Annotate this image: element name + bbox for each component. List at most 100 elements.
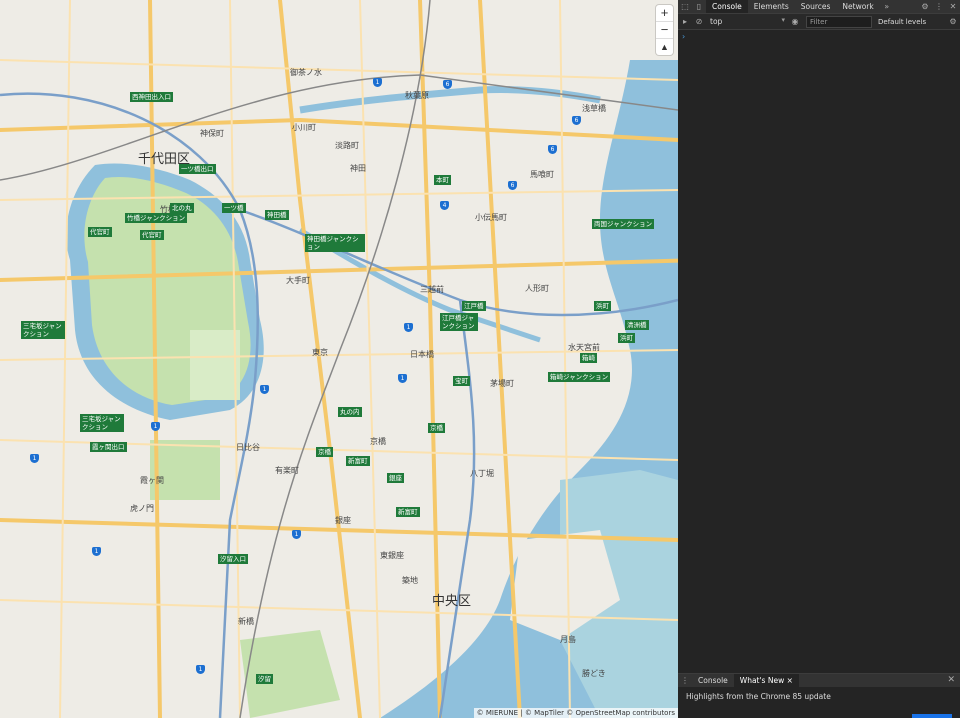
route-shield-icon: 1: [92, 547, 101, 556]
devtools-drawer: ⋮ Console What's New × ✕ Highlights from…: [678, 673, 960, 718]
place-ogawamachi: 小川町: [292, 123, 316, 132]
place-higashiginza: 東銀座: [380, 551, 404, 560]
zoom-in-button[interactable]: +: [656, 5, 673, 22]
junction-label: 本町: [434, 175, 451, 185]
junction-label: 代官町: [88, 227, 112, 237]
junction-label: 清洲橋: [625, 320, 649, 330]
junction-label: 霞ヶ関出口: [90, 442, 127, 452]
console-filter-input[interactable]: Filter: [806, 15, 872, 28]
place-kayabacho: 茅場町: [490, 379, 514, 388]
route-shield-icon: 6: [443, 80, 452, 89]
drawer-tab-bar: ⋮ Console What's New ×: [678, 674, 960, 687]
learn-more-button[interactable]: [912, 714, 952, 718]
place-ningyocho: 人形町: [525, 284, 549, 293]
place-ochanomizu: 御茶ノ水: [290, 68, 322, 77]
junction-label: 江戸橋: [462, 301, 486, 311]
devtools-tab-bar: ⬚ ▯ Console Elements Sources Network » ⚙…: [678, 0, 960, 14]
junction-label: 神田橋: [265, 210, 289, 220]
junction-label: 代官町: [140, 230, 164, 240]
junction-label: 浜町: [594, 301, 611, 311]
tab-console[interactable]: Console: [706, 0, 748, 13]
junction-label: 新富町: [346, 456, 370, 466]
console-settings-icon[interactable]: ⚙: [946, 15, 960, 28]
place-suitengumae: 水天宮前: [568, 343, 600, 352]
place-asakusabashi: 浅草橋: [582, 104, 606, 113]
route-shield-icon: 1: [373, 78, 382, 87]
console-prompt[interactable]: ›: [678, 30, 960, 43]
route-shield-icon: 1: [292, 530, 301, 539]
tab-elements[interactable]: Elements: [748, 0, 795, 13]
junction-label: 竹橋ジャンクション: [125, 213, 188, 223]
route-shield-icon: 6: [508, 181, 517, 190]
place-awajicho: 淡路町: [335, 141, 359, 150]
close-drawer-icon[interactable]: ✕: [947, 675, 955, 685]
junction-label: 箱崎: [580, 353, 597, 363]
inspect-element-icon[interactable]: ⬚: [678, 0, 692, 13]
place-yurakucho: 有楽町: [275, 466, 299, 475]
more-options-icon[interactable]: ⋮: [932, 0, 946, 13]
ward-label-chuo: 中央区: [432, 594, 472, 609]
junction-label: 京橋: [316, 447, 333, 457]
drawer-tab-whats-new-label: What's New: [739, 676, 785, 685]
log-levels-dropdown[interactable]: Default levels: [878, 18, 926, 26]
junction-label: 丸の内: [338, 407, 362, 417]
place-toranomon: 虎ノ門: [130, 504, 154, 513]
place-kachidoki: 勝どき: [582, 669, 606, 678]
settings-gear-icon[interactable]: ⚙: [918, 0, 932, 13]
map-view[interactable]: 千代田区 中央区 神田 小川町 神保町 御茶ノ水 秋葉原 浅草橋 馬喰町 淡路町…: [0, 0, 678, 718]
place-shimbashi: 新橋: [238, 617, 254, 626]
live-expression-eye-icon[interactable]: ◉: [788, 15, 802, 28]
route-shield-icon: 1: [260, 385, 269, 394]
junction-label: 両国ジャンクション: [592, 219, 655, 229]
junction-label: 西神田出入口: [130, 92, 173, 102]
junction-label: 神田橋ジャンクション: [305, 234, 365, 252]
drawer-tab-console[interactable]: Console: [692, 674, 734, 687]
context-selector[interactable]: top: [706, 16, 788, 26]
route-shield-icon: 1: [404, 323, 413, 332]
junction-label: 京橋: [428, 423, 445, 433]
whats-new-headline: Highlights from the Chrome 85 update: [686, 692, 831, 701]
tab-network[interactable]: Network: [836, 0, 879, 13]
route-shield-icon: 6: [548, 145, 557, 154]
close-tab-icon[interactable]: ×: [787, 676, 793, 685]
place-mitsukoshimae: 三越前: [420, 285, 444, 294]
place-tsukishima: 月島: [560, 635, 576, 644]
compass-button[interactable]: ▲: [656, 39, 673, 55]
clear-console-icon[interactable]: ⊘: [692, 15, 706, 28]
zoom-out-button[interactable]: −: [656, 22, 673, 39]
route-shield-icon: 4: [440, 201, 449, 210]
junction-label: 宝町: [453, 376, 470, 386]
route-shield-icon: 6: [572, 116, 581, 125]
sidebar-toggle-icon[interactable]: ▸: [678, 15, 692, 28]
junction-label: 汐留: [256, 674, 273, 684]
zoom-control: + − ▲: [656, 5, 673, 55]
close-devtools-icon[interactable]: ✕: [946, 0, 960, 13]
route-shield-icon: 1: [30, 454, 39, 463]
place-jimbocho: 神保町: [200, 129, 224, 138]
place-akihabara: 秋葉原: [405, 91, 429, 100]
junction-label: 三宅坂ジャンクション: [80, 414, 124, 432]
place-kanda: 神田: [350, 164, 366, 173]
junction-label: 銀座: [387, 473, 404, 483]
drawer-tab-whats-new[interactable]: What's New ×: [733, 674, 799, 687]
map-attribution: © MIERUNE | © MapTiler © OpenStreetMap c…: [473, 708, 678, 718]
tab-sources[interactable]: Sources: [795, 0, 837, 13]
place-kyobashi: 京橋: [370, 437, 386, 446]
drawer-menu-icon[interactable]: ⋮: [678, 674, 692, 687]
console-toolbar: ▸ ⊘ top ◉ Filter Default levels ⚙: [678, 14, 960, 30]
junction-label: 江戸橋ジャンクション: [440, 313, 478, 331]
place-tsukiji: 築地: [402, 576, 418, 585]
map-canvas[interactable]: [0, 0, 678, 718]
junction-label: 浜町: [618, 333, 635, 343]
place-ginza: 銀座: [335, 516, 351, 525]
junction-label: 汐留入口: [218, 554, 248, 564]
junction-label: 一ツ橋: [222, 203, 246, 213]
more-tabs-icon[interactable]: »: [880, 0, 894, 13]
device-toolbar-icon[interactable]: ▯: [692, 0, 706, 13]
place-nihonbashi: 日本橋: [410, 350, 434, 359]
route-shield-icon: 1: [196, 665, 205, 674]
place-hatchobori: 八丁堀: [470, 469, 494, 478]
junction-label: 一ツ橋出口: [179, 164, 216, 174]
junction-label: 箱崎ジャンクション: [548, 372, 611, 382]
junction-label: 北の丸: [170, 203, 194, 213]
